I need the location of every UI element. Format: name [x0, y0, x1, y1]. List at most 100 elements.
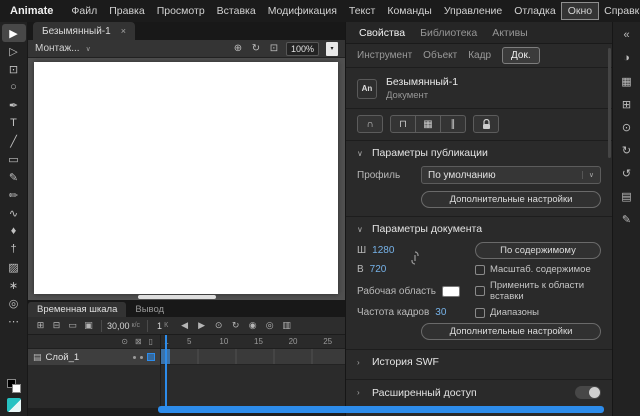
zoom-tool[interactable]: ◎: [2, 294, 26, 312]
info-panel-icon[interactable]: ⊙: [617, 119, 637, 135]
text-tool[interactable]: T: [2, 114, 26, 132]
document-more-settings-button[interactable]: Дополнительные настройки: [421, 323, 601, 340]
eraser-tool[interactable]: ▨: [2, 258, 26, 276]
frame-rate-value[interactable]: 30,00: [107, 321, 130, 331]
width-field[interactable]: 1280: [372, 245, 394, 256]
publish-settings-header[interactable]: ∨ Параметры публикации: [346, 141, 612, 164]
insert-keyframe-icon[interactable]: ⊞: [33, 320, 48, 331]
menu-item[interactable]: Правка: [103, 3, 150, 19]
swf-history-header[interactable]: › История SWF: [346, 350, 612, 373]
colors-widget-icon[interactable]: [7, 398, 21, 412]
chevron-down-icon[interactable]: ∨: [86, 45, 91, 53]
menu-item[interactable]: Команды: [381, 3, 438, 19]
layer-visibility-toggle[interactable]: [133, 356, 136, 359]
edit-multiple-frames-icon[interactable]: ▥: [279, 320, 294, 331]
stage-canvas[interactable]: [34, 62, 338, 294]
scale-content-checkbox[interactable]: Масштаб. содержимое: [475, 264, 601, 275]
swatches-panel-icon[interactable]: ▦: [617, 73, 637, 89]
edit-toolbar-button[interactable]: ⋯: [2, 312, 26, 330]
menu-item[interactable]: Текст: [343, 3, 381, 19]
frame-ruler[interactable]: 1510152025: [161, 335, 345, 349]
properties-subtab[interactable]: Кадр: [468, 50, 491, 61]
properties-tab[interactable]: Библиотека: [420, 27, 477, 39]
menu-item[interactable]: Отладка: [508, 3, 562, 19]
hand-tool[interactable]: ∗: [2, 276, 26, 294]
color-panel-icon[interactable]: ◑: [617, 50, 637, 66]
frames-area[interactable]: 1510152025: [161, 335, 345, 408]
publish-more-settings-button[interactable]: Дополнительные настройки: [421, 191, 601, 208]
menu-item[interactable]: Окно: [562, 3, 598, 19]
menu-item[interactable]: Справка: [598, 3, 640, 19]
align-panel-icon[interactable]: ⊞: [617, 96, 637, 112]
pasteboard[interactable]: [28, 58, 345, 300]
center-stage-icon[interactable]: ⊕: [230, 43, 246, 54]
outline-all-icon[interactable]: ▯: [149, 337, 153, 346]
properties-tab[interactable]: Активы: [492, 27, 528, 39]
show-hide-all-icon[interactable]: ⊙: [121, 337, 128, 346]
delete-frame-icon[interactable]: ▭: [65, 320, 80, 331]
zoom-level-field[interactable]: 100%: [286, 42, 319, 56]
camera-icon[interactable]: ▣: [81, 320, 96, 331]
snap-align-button[interactable]: ⊓: [390, 115, 416, 133]
menu-item[interactable]: Вставка: [211, 3, 262, 19]
profile-select[interactable]: По умолчанию ∨: [421, 166, 601, 184]
accessibility-toggle[interactable]: [575, 386, 601, 399]
lock-all-icon[interactable]: ⊠: [135, 337, 142, 346]
pen-tool[interactable]: ✒: [2, 96, 26, 114]
onion-skin-icon[interactable]: ◉: [245, 320, 260, 331]
apply-to-paste-checkbox[interactable]: Применить к области вставки: [475, 280, 601, 302]
layer-lock-toggle[interactable]: [140, 356, 143, 359]
document-tab[interactable]: Безымянный-1 ×: [33, 22, 135, 40]
snap-to-objects-button[interactable]: ∩: [357, 115, 383, 133]
history-panel-icon[interactable]: ↺: [617, 165, 637, 181]
transform-panel-icon[interactable]: ↻: [617, 142, 637, 158]
zoom-dropdown-button[interactable]: ▾: [326, 42, 338, 56]
stage-horizontal-scrollbar[interactable]: [138, 295, 216, 299]
subselection-tool[interactable]: ▷: [2, 42, 26, 60]
step-forward-icon[interactable]: ▶: [194, 320, 209, 331]
components-panel-icon[interactable]: ▤: [617, 188, 637, 204]
rotate-stage-icon[interactable]: ↻: [248, 43, 264, 54]
menu-item[interactable]: Файл: [65, 3, 103, 19]
match-contents-button[interactable]: По содержимому: [475, 242, 601, 259]
menu-item[interactable]: Просмотр: [151, 3, 211, 19]
layer-name[interactable]: Слой_1: [46, 352, 80, 363]
layer-frames-row[interactable]: [161, 349, 345, 365]
snap-to-grid-button[interactable]: ▦: [415, 115, 441, 133]
menu-item[interactable]: Управление: [438, 3, 508, 19]
ranges-checkbox[interactable]: Диапазоны: [475, 307, 601, 318]
current-frame-value[interactable]: 1: [157, 321, 162, 331]
brushes-panel-icon[interactable]: ✎: [617, 211, 637, 227]
lasso-tool[interactable]: ○: [2, 78, 26, 96]
brush-tool[interactable]: ✏: [2, 186, 26, 204]
layer-outline-color[interactable]: [147, 353, 155, 361]
menu-item[interactable]: Модификация: [262, 3, 343, 19]
properties-subtab[interactable]: Док.: [502, 47, 540, 64]
selection-tool[interactable]: ▶: [2, 24, 26, 42]
layer-row[interactable]: ▤ Слой_1: [28, 349, 160, 365]
free-transform-tool[interactable]: ⊡: [2, 60, 26, 78]
insert-blank-keyframe-icon[interactable]: ⊟: [49, 320, 64, 331]
height-field[interactable]: 720: [370, 264, 387, 275]
bone-tool[interactable]: ∿: [2, 204, 26, 222]
timeline-tab[interactable]: Временная шкала: [28, 302, 126, 317]
link-dimensions-icon[interactable]: [410, 251, 420, 265]
pencil-tool[interactable]: ✎: [2, 168, 26, 186]
document-settings-header[interactable]: ∨ Параметры документа: [346, 217, 612, 240]
accessibility-header[interactable]: › Расширенный доступ: [346, 380, 612, 404]
frame-rate-field[interactable]: 30: [435, 307, 446, 318]
step-back-icon[interactable]: ◀: [177, 320, 192, 331]
scene-menu[interactable]: Монтаж...: [35, 43, 80, 54]
stroke-fill-swatches[interactable]: [7, 379, 21, 393]
lock-guides-button[interactable]: [473, 115, 499, 133]
playhead[interactable]: [165, 335, 167, 408]
line-tool[interactable]: ╱: [2, 132, 26, 150]
properties-tab[interactable]: Свойства: [359, 27, 405, 39]
loop-icon[interactable]: ↻: [228, 320, 243, 331]
clip-content-icon[interactable]: ⊡: [266, 43, 282, 54]
close-tab-icon[interactable]: ×: [121, 26, 126, 36]
rectangle-tool[interactable]: ▭: [2, 150, 26, 168]
properties-scrollbar[interactable]: [608, 48, 611, 158]
properties-subtab[interactable]: Инструмент: [357, 50, 412, 61]
bottom-scrollbar[interactable]: [158, 406, 604, 413]
